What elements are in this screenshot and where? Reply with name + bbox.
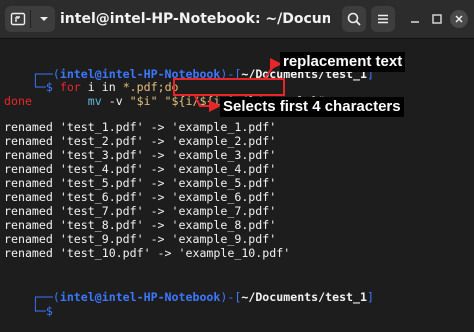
arrow-replacement (264, 58, 282, 79)
arrow-selects (194, 95, 221, 112)
annotation-replacement-text: replacement text (280, 52, 406, 72)
annotation-selects-first-4: Selects first 4 characters (220, 97, 404, 117)
prompt-symbol: $ (45, 304, 53, 318)
annotation-arrows (194, 58, 282, 112)
